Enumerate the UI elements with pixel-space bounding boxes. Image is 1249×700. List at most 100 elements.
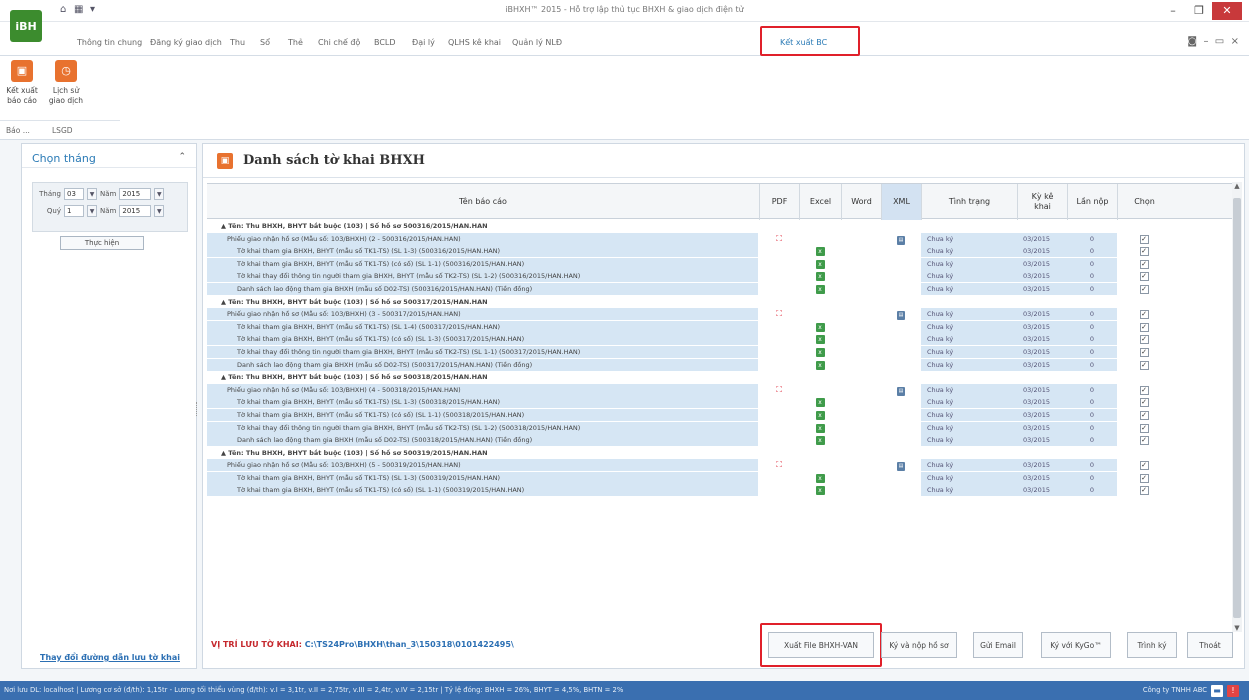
scroll-thumb[interactable] (1233, 198, 1241, 618)
alert-icon[interactable]: ! (1227, 684, 1239, 697)
xml-icon[interactable]: ▤ (897, 462, 905, 472)
table-row[interactable]: Tờ khai thay đổi thông tin người tham gi… (207, 270, 1232, 283)
excel-icon[interactable]: x (815, 423, 825, 433)
table-row[interactable]: Tờ khai tham gia BHXH, BHYT (mẫu số TK1-… (207, 408, 1232, 422)
send-email-button[interactable]: Gửi Email (973, 632, 1023, 658)
select-cell[interactable]: ✓ (1117, 320, 1171, 333)
table-row[interactable]: Phiếu giao nhận hồ sơ (Mẫu số: 103/BHXH)… (207, 383, 1232, 397)
select-cell[interactable]: ✓ (1117, 345, 1171, 358)
change-path-link[interactable]: Thay đổi đường dẫn lưu tờ khai (22, 653, 198, 662)
pdf-icon[interactable]: ⛶ (776, 460, 782, 469)
tab-agent[interactable]: Đại lý (412, 38, 435, 47)
select-checkbox[interactable]: ✓ (1139, 259, 1149, 269)
select-cell[interactable]: ✓ (1117, 408, 1171, 421)
select-cell[interactable]: ✓ (1117, 383, 1171, 396)
excel-cell[interactable]: x (799, 396, 841, 408)
xml-cell[interactable]: ▤ (881, 459, 921, 472)
table-row[interactable]: Tờ khai tham gia BHXH, BHYT (mẫu số TK1-… (207, 257, 1232, 271)
select-cell[interactable]: ✓ (1117, 257, 1171, 270)
select-cell[interactable]: ✓ (1117, 358, 1171, 371)
select-cell[interactable]: ✓ (1117, 459, 1171, 472)
tab-book[interactable]: Sổ (260, 38, 270, 47)
select-checkbox[interactable]: ✓ (1139, 473, 1149, 483)
present-sign-button[interactable]: Trình ký (1127, 632, 1177, 658)
window-controls-secondary[interactable]: ◙ – ▭ × (1187, 36, 1239, 47)
pdf-cell[interactable]: ⛶ (759, 459, 799, 471)
excel-icon[interactable]: x (815, 436, 825, 446)
run-button[interactable]: Thực hiện (60, 236, 144, 250)
table-row[interactable]: Tờ khai tham gia BHXH, BHYT (mẫu số TK1-… (207, 333, 1232, 346)
excel-icon[interactable]: x (815, 284, 825, 294)
tab-qlhs[interactable]: QLHS kê khai (448, 38, 501, 47)
maximize-icon[interactable]: ❐ (1186, 2, 1212, 20)
col-times[interactable]: Lần nộp (1067, 184, 1117, 220)
excel-cell[interactable]: x (799, 422, 841, 434)
xml-cell[interactable]: ▤ (881, 308, 921, 321)
pin-icon[interactable]: ⌃ (178, 152, 186, 162)
xml-cell[interactable]: ▤ (881, 233, 921, 245)
exit-button[interactable]: Thoát (1187, 632, 1233, 658)
excel-icon[interactable]: x (815, 360, 825, 370)
col-word[interactable]: Word (841, 184, 881, 220)
select-checkbox[interactable]: ✓ (1139, 436, 1149, 446)
tab-card[interactable]: Thẻ (288, 38, 303, 47)
excel-cell[interactable]: x (799, 346, 841, 358)
table-row[interactable]: Tờ khai tham gia BHXH, BHYT (mẫu số TK1-… (207, 396, 1232, 409)
table-row[interactable]: Tờ khai tham gia BHXH, BHYT (mẫu số TK1-… (207, 484, 1232, 498)
xml-icon[interactable]: ▤ (897, 386, 905, 396)
select-checkbox[interactable]: ✓ (1139, 272, 1149, 282)
col-excel[interactable]: Excel (799, 184, 841, 220)
table-row[interactable]: Tờ khai thay đổi thông tin người tham gi… (207, 345, 1232, 359)
excel-cell[interactable]: x (799, 484, 841, 496)
table-row[interactable]: Tờ khai tham gia BHXH, BHYT (mẫu số TK1-… (207, 320, 1232, 334)
scroll-down-icon[interactable]: ▼ (1232, 624, 1242, 632)
excel-cell[interactable]: x (799, 283, 841, 295)
chevron-down-icon[interactable]: ▼ (154, 205, 165, 217)
group-row[interactable]: ▲ Tên: Thu BHXH, BHYT bắt buộc (103) | S… (207, 446, 1232, 460)
select-checkbox[interactable]: ✓ (1139, 410, 1149, 420)
panel-splitter[interactable] (196, 402, 199, 416)
select-cell[interactable]: ✓ (1117, 396, 1171, 409)
table-row[interactable]: Danh sách lao động tham gia BHXH (mẫu số… (207, 282, 1232, 296)
col-pdf[interactable]: PDF (759, 184, 799, 220)
col-name[interactable]: Tên báo cáo (207, 184, 759, 220)
select-cell[interactable]: ✓ (1117, 245, 1171, 258)
excel-cell[interactable]: x (799, 333, 841, 345)
excel-cell[interactable]: x (799, 359, 841, 371)
excel-cell[interactable]: x (799, 472, 841, 484)
pdf-icon[interactable]: ⛶ (776, 309, 782, 318)
excel-cell[interactable]: x (799, 321, 841, 333)
select-cell[interactable]: ✓ (1117, 308, 1171, 321)
excel-icon[interactable]: x (815, 398, 825, 408)
excel-cell[interactable]: x (799, 434, 841, 446)
quarter-select[interactable]: 1 (64, 205, 84, 217)
group-row[interactable]: ▲ Tên: Thu BHXH, BHYT bắt buộc (103) | S… (207, 295, 1232, 309)
pdf-cell[interactable]: ⛶ (759, 308, 799, 320)
select-checkbox[interactable]: ✓ (1139, 385, 1149, 395)
excel-icon[interactable]: x (815, 335, 825, 345)
col-period[interactable]: Kỳ kê khai (1017, 184, 1067, 220)
table-row[interactable]: Phiếu giao nhận hồ sơ (Mẫu số: 103/BHXH)… (207, 459, 1232, 472)
tab-employees[interactable]: Quản lý NLĐ (512, 38, 562, 47)
pdf-icon[interactable]: ⛶ (776, 385, 782, 394)
pdf-cell[interactable]: ⛶ (759, 233, 799, 245)
excel-icon[interactable]: x (815, 247, 825, 257)
tab-collect[interactable]: Thu (230, 38, 245, 47)
select-cell[interactable]: ✓ (1117, 421, 1171, 434)
xml-cell[interactable]: ▤ (881, 384, 921, 396)
excel-cell[interactable]: x (799, 270, 841, 282)
table-row[interactable]: Tờ khai tham gia BHXH, BHYT (mẫu số TK1-… (207, 245, 1232, 258)
col-select[interactable]: Chọn (1117, 184, 1171, 220)
transaction-history-button[interactable]: ◷ Lịch sử giao dịch (46, 60, 86, 106)
select-checkbox[interactable]: ✓ (1139, 335, 1149, 345)
close-icon[interactable]: ✕ (1212, 2, 1242, 20)
excel-icon[interactable]: x (815, 410, 825, 420)
select-cell[interactable]: ✓ (1117, 282, 1171, 295)
tab-benefits[interactable]: Chi chế độ (318, 38, 360, 47)
chevron-down-icon[interactable]: ▼ (87, 188, 97, 200)
year-select[interactable]: 2015 (119, 188, 152, 200)
select-cell[interactable]: ✓ (1117, 270, 1171, 283)
table-row[interactable]: Phiếu giao nhận hồ sơ (Mẫu số: 103/BHXH)… (207, 232, 1232, 246)
excel-cell[interactable]: x (799, 258, 841, 270)
chevron-down-icon[interactable]: ▼ (87, 205, 97, 217)
